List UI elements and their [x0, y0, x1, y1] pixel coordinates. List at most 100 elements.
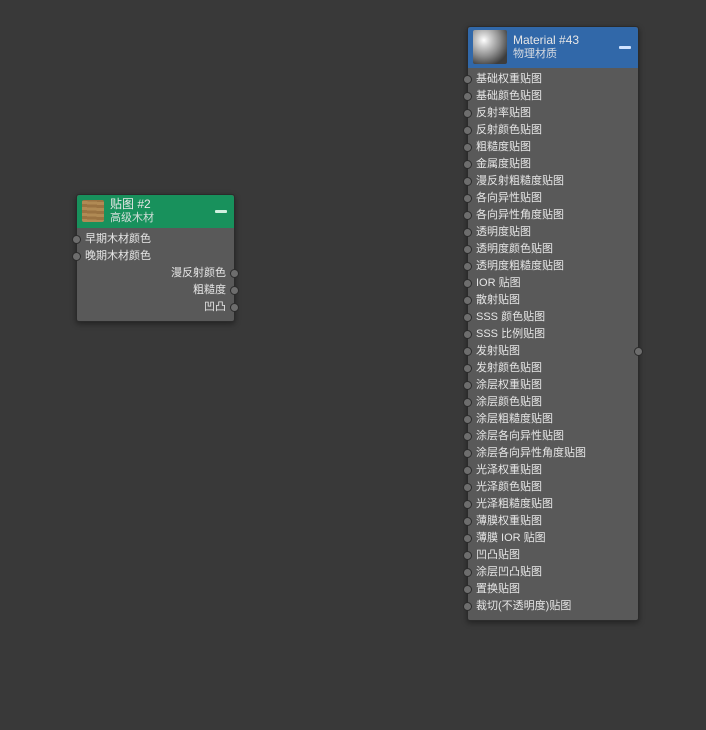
input-slot[interactable]: 各向异性贴图 [468, 190, 638, 207]
port-in-icon[interactable] [463, 500, 472, 509]
port-in-icon[interactable] [72, 235, 81, 244]
port-in-icon[interactable] [463, 279, 472, 288]
output-slot-bump[interactable]: 凹凸 [77, 299, 234, 316]
slot-label: 凹凸贴图 [476, 549, 520, 561]
port-in-icon[interactable] [463, 262, 472, 271]
material-node-header[interactable]: Material #43 物理材质 [468, 27, 638, 68]
port-out-icon[interactable] [230, 269, 239, 278]
port-in-icon[interactable] [463, 228, 472, 237]
input-slot[interactable]: 反射颜色贴图 [468, 122, 638, 139]
input-slot[interactable]: 光泽权重贴图 [468, 462, 638, 479]
slot-label: 薄膜 IOR 贴图 [476, 532, 546, 544]
material-node-slots: 基础权重贴图基础颜色贴图反射率贴图反射颜色贴图粗糙度贴图金属度贴图漫反射粗糙度贴… [468, 68, 638, 620]
material-preview-icon [473, 30, 507, 64]
input-slot[interactable]: 凹凸贴图 [468, 547, 638, 564]
slot-label: 反射率贴图 [476, 107, 531, 119]
port-in-icon[interactable] [463, 398, 472, 407]
port-in-icon[interactable] [463, 534, 472, 543]
texture-node-header[interactable]: 贴图 #2 高级木材 [77, 195, 234, 228]
input-slot[interactable]: 涂层各向异性贴图 [468, 428, 638, 445]
slot-label: 涂层各向异性角度贴图 [476, 447, 586, 459]
port-in-icon[interactable] [463, 245, 472, 254]
input-slot[interactable]: 涂层颜色贴图 [468, 394, 638, 411]
input-slot[interactable]: 基础颜色贴图 [468, 88, 638, 105]
collapse-icon[interactable] [619, 46, 631, 49]
material-node-title: Material #43 [513, 34, 613, 47]
input-slot[interactable]: 薄膜 IOR 贴图 [468, 530, 638, 547]
port-in-icon[interactable] [463, 75, 472, 84]
port-in-icon[interactable] [463, 585, 472, 594]
input-slot[interactable]: SSS 比例贴图 [468, 326, 638, 343]
collapse-icon[interactable] [215, 210, 227, 213]
input-slot[interactable]: 涂层各向异性角度贴图 [468, 445, 638, 462]
input-slot-late-wood-color[interactable]: 晚期木材颜色 [77, 248, 234, 265]
slot-label: 基础权重贴图 [476, 73, 542, 85]
wood-preview-icon [82, 200, 104, 222]
port-in-icon[interactable] [463, 602, 472, 611]
input-slot[interactable]: 透明度粗糙度贴图 [468, 258, 638, 275]
slot-label: 薄膜权重贴图 [476, 515, 542, 527]
slot-label: 散射贴图 [476, 294, 520, 306]
port-in-icon[interactable] [463, 92, 472, 101]
port-out-icon[interactable] [230, 286, 239, 295]
material-node-titles: Material #43 物理材质 [513, 34, 613, 60]
port-in-icon[interactable] [463, 296, 472, 305]
input-slot[interactable]: 涂层权重贴图 [468, 377, 638, 394]
port-in-icon[interactable] [463, 466, 472, 475]
input-slot[interactable]: 发射贴图 [468, 343, 638, 360]
input-slot[interactable]: 基础权重贴图 [468, 71, 638, 88]
port-in-icon[interactable] [463, 177, 472, 186]
input-slot[interactable]: SSS 颜色贴图 [468, 309, 638, 326]
input-slot[interactable]: 透明度颜色贴图 [468, 241, 638, 258]
port-in-icon[interactable] [463, 313, 472, 322]
input-slot[interactable]: 散射贴图 [468, 292, 638, 309]
slot-label: 基础颜色贴图 [476, 90, 542, 102]
texture-map-node[interactable]: 贴图 #2 高级木材 早期木材颜色 晚期木材颜色 漫反射颜色 粗糙度 凹凸 [76, 194, 235, 322]
port-in-icon[interactable] [463, 551, 472, 560]
input-slot[interactable]: 涂层凹凸贴图 [468, 564, 638, 581]
slot-label: 各向异性贴图 [476, 192, 542, 204]
input-slot[interactable]: 金属度贴图 [468, 156, 638, 173]
port-in-icon[interactable] [463, 364, 472, 373]
port-out-icon[interactable] [230, 303, 239, 312]
input-slot[interactable]: 反射率贴图 [468, 105, 638, 122]
port-in-icon[interactable] [463, 415, 472, 424]
input-slot[interactable]: 薄膜权重贴图 [468, 513, 638, 530]
input-slot[interactable]: 涂层粗糙度贴图 [468, 411, 638, 428]
port-in-icon[interactable] [463, 449, 472, 458]
slot-label: 早期木材颜色 [85, 233, 151, 245]
port-in-icon[interactable] [463, 381, 472, 390]
input-slot-early-wood-color[interactable]: 早期木材颜色 [77, 231, 234, 248]
input-slot[interactable]: 置换贴图 [468, 581, 638, 598]
port-in-icon[interactable] [463, 568, 472, 577]
input-slot[interactable]: 漫反射粗糙度贴图 [468, 173, 638, 190]
port-in-icon[interactable] [463, 483, 472, 492]
output-slot-roughness[interactable]: 粗糙度 [77, 282, 234, 299]
port-in-icon[interactable] [463, 432, 472, 441]
input-slot[interactable]: 各向异性角度贴图 [468, 207, 638, 224]
port-in-icon[interactable] [463, 109, 472, 118]
port-in-icon[interactable] [463, 517, 472, 526]
port-in-icon[interactable] [72, 252, 81, 261]
input-slot[interactable]: 发射颜色贴图 [468, 360, 638, 377]
port-in-icon[interactable] [463, 143, 472, 152]
port-in-icon[interactable] [463, 211, 472, 220]
slot-label: 反射颜色贴图 [476, 124, 542, 136]
input-slot[interactable]: 光泽粗糙度贴图 [468, 496, 638, 513]
slot-label: 漫反射粗糙度贴图 [476, 175, 564, 187]
port-in-icon[interactable] [463, 194, 472, 203]
slot-label: 各向异性角度贴图 [476, 209, 564, 221]
slot-label: 凹凸 [204, 299, 226, 316]
slot-label: 光泽粗糙度贴图 [476, 498, 553, 510]
input-slot[interactable]: 透明度贴图 [468, 224, 638, 241]
output-slot-diffuse-color[interactable]: 漫反射颜色 [77, 265, 234, 282]
input-slot[interactable]: 光泽颜色贴图 [468, 479, 638, 496]
material-node[interactable]: Material #43 物理材质 基础权重贴图基础颜色贴图反射率贴图反射颜色贴… [467, 26, 639, 621]
port-in-icon[interactable] [463, 347, 472, 356]
input-slot[interactable]: 粗糙度贴图 [468, 139, 638, 156]
port-in-icon[interactable] [463, 160, 472, 169]
input-slot[interactable]: IOR 贴图 [468, 275, 638, 292]
port-in-icon[interactable] [463, 126, 472, 135]
input-slot[interactable]: 裁切(不透明度)贴图 [468, 598, 638, 615]
port-in-icon[interactable] [463, 330, 472, 339]
